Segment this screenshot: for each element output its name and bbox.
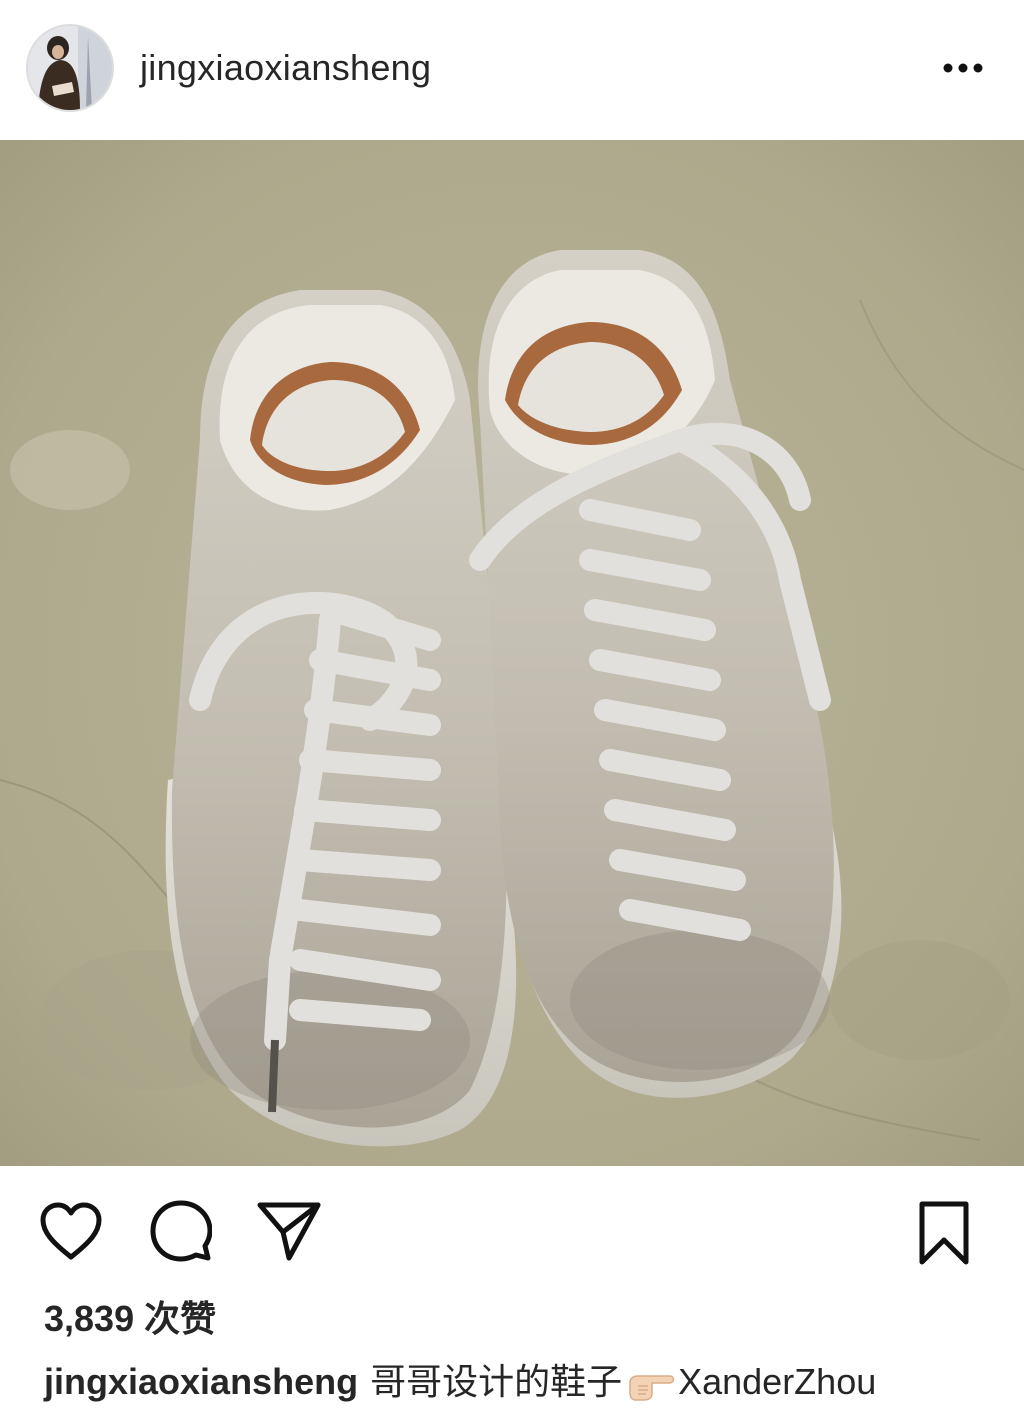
avatar-photo	[28, 26, 112, 110]
heart-icon	[40, 1202, 102, 1260]
comment-button[interactable]	[150, 1200, 213, 1262]
save-button[interactable]	[912, 1200, 976, 1266]
caption-text: 哥哥设计的鞋子	[370, 1361, 623, 1402]
post-header: jingxiaoxiansheng	[0, 0, 1024, 140]
caption-username[interactable]: jingxiaoxiansheng	[44, 1361, 358, 1402]
post-username[interactable]: jingxiaoxiansheng	[140, 44, 431, 92]
post-image[interactable]	[0, 140, 1024, 1166]
likes-count[interactable]: 3,839 次赞	[44, 1296, 216, 1342]
action-bar	[0, 1166, 1024, 1286]
share-button[interactable]	[256, 1200, 322, 1262]
more-options-button[interactable]	[930, 46, 996, 90]
ellipsis-icon	[943, 63, 983, 73]
caption: jingxiaoxiansheng 哥哥设计的鞋子 XanderZhou	[44, 1358, 876, 1406]
like-button[interactable]	[38, 1202, 104, 1262]
sneakers-photo	[0, 140, 1024, 1166]
bookmark-icon	[919, 1201, 969, 1265]
comment-bubble-icon	[150, 1200, 213, 1262]
paper-plane-icon	[257, 1202, 321, 1261]
caption-tag[interactable]: XanderZhou	[678, 1361, 876, 1402]
backhand-index-pointing-right-icon	[629, 1375, 675, 1402]
pointing-right-emoji-icon	[626, 1366, 676, 1402]
avatar[interactable]	[26, 24, 114, 112]
left-shoe	[165, 290, 517, 1147]
